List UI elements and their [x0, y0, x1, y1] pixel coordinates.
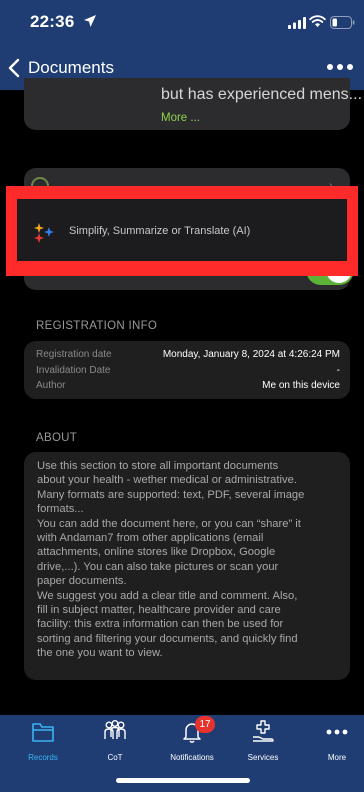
ellipsis-icon[interactable] [326, 63, 354, 71]
about-line: fill in subject matter, healthcare provi… [37, 604, 281, 617]
invalidation-date-row: Invalidation Date - [36, 365, 340, 379]
registration-info-card: Registration date Monday, January 8, 202… [24, 341, 350, 399]
tab-cot[interactable]: CoT [80, 719, 150, 767]
status-bar: 22:36 [0, 0, 364, 46]
tab-services[interactable]: Services [228, 719, 298, 767]
about-line: facility: this extra information can the… [37, 618, 284, 631]
folder-icon [32, 723, 54, 742]
about-card: Use this section to store all important … [24, 452, 350, 680]
about-line: sorting and filtering your documents, an… [37, 632, 298, 645]
about-line: the one you want to view. [37, 647, 163, 660]
people-icon [104, 720, 126, 739]
about-section-title: ABOUT [36, 432, 78, 444]
invalidation-date-value: - [336, 365, 340, 376]
about-line: about your health - wether medical or ad… [37, 474, 297, 487]
tab-label: CoT [107, 753, 123, 762]
about-line: formats... [37, 503, 84, 516]
about-line: Use this section to store all important … [37, 460, 279, 472]
about-line: with Andaman7 from other applications (e… [37, 532, 264, 545]
tab-notifications[interactable]: 17 Notifications [157, 716, 227, 767]
about-line: paper documents. [37, 575, 127, 588]
ai-feature-label: Simplify, Summarize or Translate (AI) [69, 225, 251, 237]
about-line: You can add the document here, or you ca… [37, 517, 301, 530]
tab-records[interactable]: Records [8, 719, 78, 767]
medical-services-icon [253, 720, 274, 742]
about-line: drive,...). You can also take pictures o… [37, 560, 279, 573]
battery-icon [330, 16, 355, 29]
tab-label: Services [247, 753, 279, 762]
about-line: attachments, online stores like Dropbox,… [37, 546, 276, 559]
tab-label: Notifications [170, 753, 214, 762]
home-indicator[interactable] [116, 778, 250, 783]
author-value: Me on this device [262, 380, 340, 391]
about-text: Use this section to store all important … [37, 459, 337, 661]
author-row: Author Me on this device [36, 380, 340, 394]
about-line: We suggest you add a clear title and com… [37, 589, 298, 602]
registration-date-value: Monday, January 8, 2024 at 4:26:24 PM [162, 349, 340, 360]
cellular-signal-icon [288, 17, 306, 29]
status-time: 22:36 [30, 12, 75, 31]
ellipsis-icon [326, 729, 348, 735]
tab-label: Records [28, 753, 58, 762]
invalidation-date-key: Invalidation Date [36, 365, 111, 376]
registration-date-key: Registration date [36, 349, 112, 360]
back-label: Documents [28, 58, 114, 77]
wifi-icon [309, 15, 326, 27]
tab-more[interactable]: More [302, 719, 364, 767]
highlight-box: Simplify, Summarize or Translate (AI) [6, 186, 358, 276]
header: 22:36 Documents [0, 0, 364, 90]
document-details-card: but has experienced mens... More ... [24, 78, 362, 130]
document-description-text: but has experienced mens... [161, 86, 363, 103]
registration-section-title: REGISTRATION INFO [36, 320, 158, 332]
author-key: Author [36, 380, 66, 391]
chevron-left-icon [8, 58, 20, 78]
registration-date-row: Registration date Monday, January 8, 202… [36, 349, 340, 363]
notification-badge: 17 [195, 716, 215, 733]
tab-label: More [327, 753, 347, 762]
ai-sparkle-icon [34, 223, 54, 243]
ai-feature-row[interactable]: Simplify, Summarize or Translate (AI) [17, 199, 347, 261]
location-arrow-icon [84, 15, 96, 27]
more-link[interactable]: More ... [161, 112, 200, 124]
about-line: Many formats are supported: text, PDF, s… [37, 488, 305, 501]
